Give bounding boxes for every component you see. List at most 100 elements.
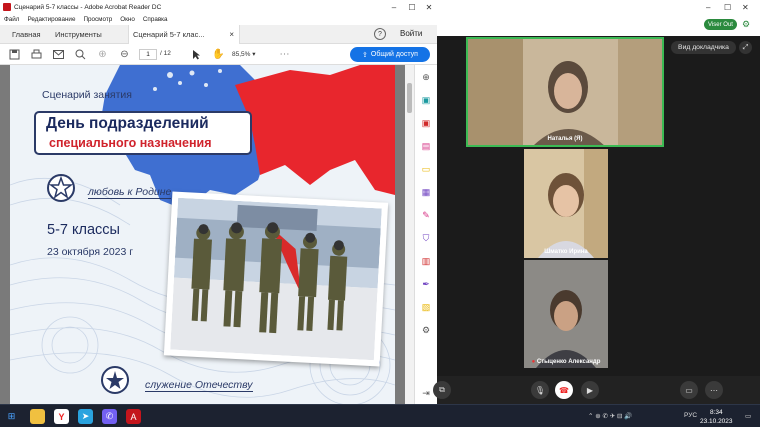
fill-sign-icon[interactable]: ✎ [420, 209, 432, 221]
page-total: / 12 [160, 50, 171, 57]
tools-sidebar: ⊕ ▣ ▣ ▤ ▭ ▦ ✎ ⛉ ▥ ✒ ▧ ⚙ ⇥ [414, 65, 437, 404]
grades-label: 5-7 классы [47, 222, 120, 238]
start-icon[interactable]: ⊞ [4, 409, 19, 424]
participant-name-text: Стыценко Александр [536, 359, 601, 365]
email-icon[interactable] [52, 48, 65, 61]
participant-name: ● Стыценко Александр [524, 359, 608, 365]
combine-files-icon[interactable]: ▦ [420, 186, 432, 198]
tray-icons[interactable]: ⌃ ⊛ ✆ ✈ ⊟ 🔊 [588, 412, 632, 420]
zoom-search-icon[interactable] [74, 48, 87, 61]
prev-page-icon[interactable]: ⊕ [96, 48, 109, 61]
signin-link[interactable]: Войти [400, 29, 422, 38]
video-tile-self[interactable]: Наталья (Я) [466, 37, 664, 147]
close-icon[interactable]: ✕ [421, 0, 437, 14]
menu-view[interactable]: Просмотр [83, 16, 112, 23]
chat-icon[interactable]: ▭ [680, 381, 698, 399]
select-cursor-icon[interactable] [190, 48, 203, 61]
meeting-minimize-icon[interactable]: – [706, 3, 710, 12]
participant-name: Шматко Ирина [544, 249, 588, 255]
toolbar: ⊕ ⊖ 1 / 12 ✋ 85,5% ▾ ⋯ ⇪ Общий доступ [0, 44, 437, 65]
windows-taskbar: ⊞ Y ➤ ✆ A ⌃ ⊛ ✆ ✈ ⊟ 🔊 РУС 8:34 23.10.202… [0, 404, 760, 427]
zoom-in-icon[interactable]: ⊕ [420, 71, 432, 83]
tab-close-icon[interactable]: × [229, 30, 234, 39]
menubar: Файл Редактирование Просмотр Окно Справк… [0, 14, 437, 25]
video-feed [468, 39, 662, 145]
document-date: 23 октября 2023 г [47, 246, 134, 258]
vertical-scrollbar[interactable] [405, 65, 414, 404]
window-titlebar[interactable]: Сценарий 5-7 классы - Adobe Acrobat Read… [0, 0, 437, 14]
expand-icon[interactable]: ⤢ [739, 41, 752, 54]
acrobat-taskbar-icon[interactable]: A [126, 409, 141, 424]
system-clock[interactable]: 8:34 23.10.2023 [700, 408, 733, 426]
protect-icon[interactable]: ⛉ [420, 232, 432, 244]
viser-out-badge[interactable]: Viser Out [704, 19, 737, 30]
document-title: День подразделений [46, 115, 209, 132]
menu-window[interactable]: Окно [120, 16, 135, 23]
window-title: Сценарий 5-7 классы - Adobe Acrobat Read… [14, 3, 162, 11]
video-feed [524, 149, 608, 258]
tab-tools[interactable]: Инструменты [55, 25, 102, 44]
document-view[interactable]: Сценарий занятия День подразделений спец… [0, 65, 405, 404]
tab-document[interactable]: Сценарий 5-7 клас... × [128, 25, 240, 44]
page-number-input[interactable]: 1 [139, 49, 157, 60]
viber-icon[interactable]: ✆ [102, 409, 117, 424]
more-options-icon[interactable]: ⋯ [705, 381, 723, 399]
menu-file[interactable]: Файл [4, 16, 19, 23]
export-pdf-icon[interactable]: ▣ [420, 117, 432, 129]
microphone-icon[interactable]: 🎙 [531, 381, 549, 399]
acrobat-window: Сценарий 5-7 классы - Adobe Acrobat Read… [0, 0, 437, 404]
clock-time: 8:34 [709, 409, 723, 416]
tab-home[interactable]: Главная [12, 25, 41, 44]
edit-pdf-icon[interactable]: ▤ [420, 140, 432, 152]
share-label: Общий доступ [370, 51, 418, 58]
minimize-icon[interactable]: – [386, 0, 402, 14]
participant-name: Наталья (Я) [547, 136, 583, 142]
share-button[interactable]: ⇪ Общий доступ [350, 47, 430, 62]
scrollbar-thumb[interactable] [407, 83, 412, 113]
file-explorer-icon[interactable] [30, 409, 45, 424]
speaker-view-button[interactable]: Вид докладчика [671, 41, 736, 54]
more-tools-icon[interactable]: ⋯ [278, 48, 291, 61]
acrobat-app-icon [3, 3, 11, 11]
clock-date: 23.10.2023 [700, 418, 733, 425]
menu-edit[interactable]: Редактирование [27, 16, 75, 23]
yandex-browser-icon[interactable]: Y [54, 409, 69, 424]
help-icon[interactable]: ? [374, 28, 386, 40]
screen-share-icon[interactable]: ⧉ [433, 381, 451, 399]
muted-mic-icon: ● [531, 359, 536, 365]
menu-help[interactable]: Справка [143, 16, 168, 23]
camera-icon[interactable]: ▶ [581, 381, 599, 399]
settings-gear-icon[interactable]: ⚙ [742, 19, 750, 30]
shield-emblem-icon [101, 366, 129, 394]
save-icon[interactable] [8, 48, 21, 61]
video-feed [524, 260, 608, 368]
meeting-titlebar: – ☐ ✕ Viser Out ⚙ [437, 0, 760, 36]
comment-icon[interactable]: ▭ [420, 163, 432, 175]
meeting-window: – ☐ ✕ Viser Out ⚙ Наталья (Я) Шматко Ири… [433, 0, 760, 404]
create-pdf-icon[interactable]: ▣ [420, 94, 432, 106]
zoom-level[interactable]: 85,5% ▾ [232, 50, 256, 58]
tab-document-label: Сценарий 5-7 клас... [133, 30, 205, 39]
meeting-maximize-icon[interactable]: ☐ [724, 3, 731, 12]
motto-service: служение Отечеству [145, 379, 253, 392]
video-tile-participant-2[interactable]: Шматко Ирина [524, 149, 608, 258]
notifications-icon[interactable]: ▭ [745, 412, 751, 420]
sign-icon[interactable]: ✒ [420, 278, 432, 290]
collapse-panel-icon[interactable]: ⇥ [420, 387, 432, 399]
video-tile-participant-3[interactable]: ● Стыценко Александр [524, 260, 608, 368]
maximize-icon[interactable]: ☐ [404, 0, 420, 14]
document-title-sub: специального назначения [49, 136, 212, 150]
hand-tool-icon[interactable]: ✋ [212, 48, 225, 61]
next-page-icon[interactable]: ⊖ [118, 48, 131, 61]
more-tools-wrench-icon[interactable]: ⚙ [420, 324, 432, 336]
soldiers-photo [170, 197, 382, 361]
zoom-value: 85,5% [232, 51, 251, 58]
pdf-file-icon[interactable]: ▥ [420, 255, 432, 267]
organize-icon[interactable]: ▧ [420, 301, 432, 313]
telegram-icon[interactable]: ➤ [78, 409, 93, 424]
meeting-controls: ⧉ 🎙 ☎ ▶ ▭ ⋯ [433, 376, 760, 404]
meeting-close-icon[interactable]: ✕ [742, 3, 749, 12]
language-indicator[interactable]: РУС [684, 412, 697, 419]
end-call-icon[interactable]: ☎ [555, 381, 573, 399]
print-icon[interactable] [30, 48, 43, 61]
